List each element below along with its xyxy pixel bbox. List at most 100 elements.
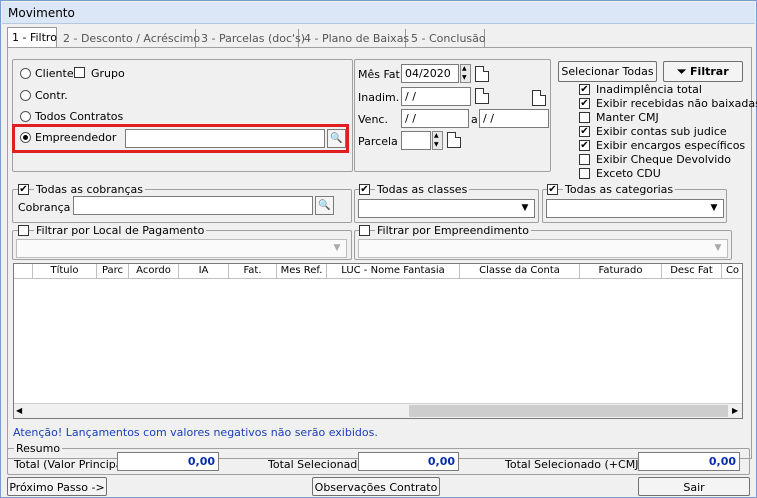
label-recebidas: Exibir recebidas não baixadas (596, 97, 757, 110)
total-cmjd-value: 0,00 (638, 452, 740, 471)
document-icon[interactable] (475, 66, 489, 82)
label-empreendimento: Filtrar por Empreendimento (375, 224, 531, 237)
checkbox-empreendimento[interactable] (359, 225, 370, 236)
radio-empreendedor[interactable] (20, 132, 31, 143)
grid-col-mes-ref[interactable]: Mes Ref. (277, 264, 327, 279)
grid-col-classe[interactable]: Classe da Conta (460, 264, 580, 279)
grid-col-titulo[interactable]: Título (33, 264, 97, 279)
total-principal-value: 0,00 (117, 452, 219, 471)
chevron-down-icon: ▼ (714, 243, 722, 253)
binoculars-icon[interactable]: 🔍 (315, 196, 334, 215)
chevron-down-icon: ▼ (333, 243, 341, 253)
grid-col-parc[interactable]: Parc (97, 264, 129, 279)
mes-fat-spinner[interactable] (460, 64, 471, 83)
grid-col-luc[interactable]: LUC - Nome Fantasia (327, 264, 460, 279)
tab-plano-baixas[interactable]: 4 - Plano de Baixas (300, 29, 409, 48)
grid-header: Título Parc Acordo IA Fat. Mes Ref. LUC … (14, 264, 742, 279)
checkbox-exceto-cdu[interactable] (579, 168, 590, 179)
checkbox-todas-categorias[interactable]: ✔ (547, 184, 558, 195)
label-cliente: Cliente (35, 67, 74, 80)
label-encargos: Exibir encargos específicos (596, 139, 746, 152)
checkbox-sub-judice[interactable]: ✔ (579, 126, 590, 137)
scroll-thumb[interactable] (409, 405, 728, 417)
checkbox-inadimplencia[interactable]: ✔ (579, 84, 590, 95)
document-icon[interactable] (447, 132, 461, 148)
checkbox-manter-cmj[interactable] (579, 112, 590, 123)
label-venc: Venc. (358, 113, 388, 126)
checkbox-todas-cobrancas[interactable]: ✔ (18, 184, 29, 195)
scroll-right-icon[interactable]: ▶ (732, 406, 738, 415)
movimento-grid[interactable]: Título Parc Acordo IA Fat. Mes Ref. LUC … (13, 263, 743, 419)
grid-col-co[interactable]: Co (722, 264, 742, 279)
radio-todos-contratos[interactable] (20, 111, 31, 122)
checkbox-local-pagamento[interactable] (18, 225, 29, 236)
local-pagamento-combo[interactable]: ▼ (16, 239, 347, 258)
label-grupo: Grupo (91, 67, 125, 80)
categorias-combo[interactable]: ▼ (546, 199, 724, 218)
checkbox-cheque-devolvido[interactable] (579, 154, 590, 165)
label-total-principal: Total (Valor Principal) (14, 458, 130, 471)
title-bar: Movimento (2, 2, 755, 24)
label-cobranca: Cobrança (18, 201, 71, 214)
inadim-input[interactable]: / / (401, 87, 471, 106)
grid-col-fat[interactable]: Fat. (229, 264, 277, 279)
label-venc-sep: a (471, 113, 478, 126)
tab-filtro[interactable]: 1 - Filtro (7, 27, 57, 49)
tab-desconto-acrescimo[interactable]: 2 - Desconto / Acréscimo (59, 29, 200, 48)
label-local-pagamento: Filtrar por Local de Pagamento (34, 224, 207, 237)
label-sub-judice: Exibir contas sub judice (596, 125, 727, 138)
chevron-down-icon: ▼ (710, 203, 718, 213)
label-empreendedor: Empreendedor (35, 131, 117, 144)
selecionar-todas-button[interactable]: Selecionar Todas (558, 61, 657, 82)
document-icon[interactable] (532, 90, 546, 106)
label-mes-fat: Mês Fat. (358, 68, 404, 81)
filtrar-button[interactable]: ⏷ Filtrar (663, 61, 743, 82)
observacoes-contrato-button[interactable]: Observações Contrato (312, 477, 440, 496)
movimento-window: Movimento 1 - Filtro 2 - Desconto / Acré… (0, 0, 757, 498)
empreendimento-combo[interactable]: ▼ (358, 239, 728, 258)
chevron-down-icon: ▼ (521, 203, 529, 213)
checkbox-todas-classes[interactable]: ✔ (359, 184, 370, 195)
label-todas-cobrancas: Todas as cobranças (34, 183, 146, 196)
label-todas-categorias: Todas as categorias (563, 183, 676, 196)
label-todos-contratos: Todos Contratos (35, 110, 124, 123)
parcela-input[interactable] (401, 131, 431, 150)
mes-fat-input[interactable]: 04/2020 (401, 64, 459, 83)
label-parcela: Parcela (358, 135, 398, 148)
empreendedor-input[interactable] (125, 129, 325, 148)
venc-from-input[interactable]: / / (401, 109, 469, 128)
checkbox-encargos[interactable]: ✔ (579, 140, 590, 151)
label-contr: Contr. (35, 89, 68, 102)
calendar-icon[interactable] (475, 88, 489, 104)
total-selecionado-value: 0,00 (358, 452, 459, 471)
venc-to-input[interactable]: / / (479, 109, 549, 128)
checkbox-grupo[interactable] (74, 67, 85, 78)
radio-contr[interactable] (20, 90, 31, 101)
resumo-title: Resumo (14, 442, 63, 455)
radio-cliente[interactable] (20, 68, 31, 79)
label-cheque-devolvido: Exibir Cheque Devolvido (596, 153, 732, 166)
tab-parcelas[interactable]: 3 - Parcelas (doc's) (197, 29, 305, 48)
classes-combo[interactable]: ▼ (358, 199, 535, 218)
checkbox-recebidas[interactable]: ✔ (579, 98, 590, 109)
grid-col-acordo[interactable]: Acordo (129, 264, 179, 279)
tab-conclusao[interactable]: 5 - Conclusão (407, 29, 486, 48)
grid-col-desc-fat[interactable]: Desc Fat (662, 264, 722, 279)
cobranca-input[interactable] (73, 196, 313, 215)
label-total-cmjd: Total Selecionado (+CMJD) (505, 458, 652, 471)
scroll-left-icon[interactable]: ◀ (16, 406, 22, 415)
grid-horizontal-scrollbar[interactable]: ◀ ▶ (14, 403, 742, 418)
sair-button[interactable]: Sair (638, 477, 750, 496)
grid-col-faturado[interactable]: Faturado (580, 264, 662, 279)
parcela-spinner[interactable] (432, 131, 443, 150)
label-manter-cmj: Manter CMJ (596, 111, 659, 124)
filtrar-label: Filtrar (690, 65, 729, 78)
label-todas-classes: Todas as classes (375, 183, 470, 196)
label-total-selecionado: Total Selecionado (268, 458, 365, 471)
grid-col-indicator[interactable] (14, 264, 33, 279)
proximo-passo-button[interactable]: Próximo Passo -> (7, 477, 107, 496)
funnel-icon: ⏷ (677, 65, 687, 78)
label-inadimplencia: Inadimplência total (596, 83, 702, 96)
binoculars-icon[interactable]: 🔍 (327, 129, 346, 148)
grid-col-ia[interactable]: IA (179, 264, 229, 279)
